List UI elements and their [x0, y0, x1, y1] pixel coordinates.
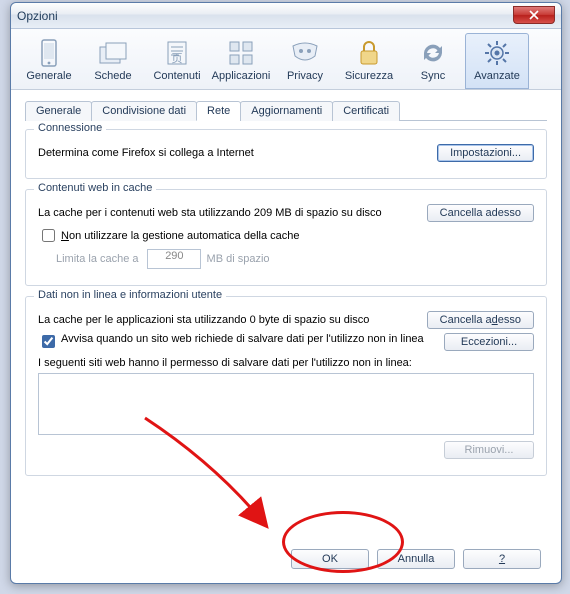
phone-icon — [18, 38, 80, 68]
group-connection: Connessione Determina come Firefox si co… — [25, 129, 547, 179]
remove-site-button: Rimuovi... — [444, 441, 534, 459]
toolbar-label: Applicazioni — [210, 70, 272, 82]
toolbar-label: Privacy — [274, 70, 336, 82]
svg-text:页: 页 — [172, 53, 183, 65]
toolbar-item-applicazioni[interactable]: Applicazioni — [209, 33, 273, 89]
group-title: Contenuti web in cache — [34, 182, 156, 194]
subtab-certificati[interactable]: Certificati — [332, 101, 400, 121]
cache-limit-spinner[interactable]: 290 — [147, 249, 201, 269]
dialog-footer: OK Annulla ? — [291, 549, 541, 569]
close-icon — [529, 10, 539, 20]
toolbar-item-generale[interactable]: Generale — [17, 33, 81, 89]
override-cache-checkbox[interactable] — [42, 229, 55, 242]
window-title: Opzioni — [17, 9, 58, 23]
notify-offline-checkbox[interactable] — [42, 335, 55, 348]
limit-cache-label: Limita la cache a — [56, 253, 139, 265]
clear-cache-button[interactable]: Cancella adesso — [427, 204, 534, 222]
group-title: Connessione — [34, 122, 106, 134]
subtab-rete[interactable]: Rete — [196, 101, 241, 121]
titlebar: Opzioni — [11, 3, 561, 29]
toolbar-label: Generale — [18, 70, 80, 82]
mask-icon — [274, 38, 336, 68]
offline-sites-list[interactable] — [38, 373, 534, 435]
offline-usage-text: La cache per le applicazioni sta utilizz… — [38, 314, 427, 326]
offline-sites-label: I seguenti siti web hanno il permesso di… — [38, 357, 412, 369]
apps-icon — [210, 38, 272, 68]
exceptions-button[interactable]: Eccezioni... — [444, 333, 534, 351]
subtab-generale[interactable]: Generale — [25, 101, 92, 121]
sync-icon — [402, 38, 464, 68]
subtab-bar: Generale Condivisione dati Rete Aggiorna… — [25, 100, 547, 121]
cache-usage-text: La cache per i contenuti web sta utilizz… — [38, 207, 427, 219]
toolbar-item-schede[interactable]: Schede — [81, 33, 145, 89]
toolbar-label: Contenuti — [146, 70, 208, 82]
document-icon: 页 — [146, 38, 208, 68]
lock-icon — [338, 38, 400, 68]
subtab-condivisione[interactable]: Condivisione dati — [91, 101, 197, 121]
toolbar-item-privacy[interactable]: Privacy — [273, 33, 337, 89]
options-window: Opzioni Generale Schede 页 Contenuti Appl… — [10, 2, 562, 584]
ok-button[interactable]: OK — [291, 549, 369, 569]
gear-icon — [466, 38, 528, 68]
toolbar-item-contenuti[interactable]: 页 Contenuti — [145, 33, 209, 89]
group-cache: Contenuti web in cache La cache per i co… — [25, 189, 547, 286]
toolbar-label: Schede — [82, 70, 144, 82]
connection-desc: Determina come Firefox si collega a Inte… — [38, 147, 437, 159]
toolbar-item-sicurezza[interactable]: Sicurezza — [337, 33, 401, 89]
subtab-aggiornamenti[interactable]: Aggiornamenti — [240, 101, 333, 121]
clear-offline-button[interactable]: Cancella adesso — [427, 311, 534, 329]
cancel-button[interactable]: Annulla — [377, 549, 455, 569]
help-button[interactable]: ? — [463, 549, 541, 569]
toolbar-label: Sicurezza — [338, 70, 400, 82]
group-title: Dati non in linea e informazioni utente — [34, 289, 226, 301]
category-toolbar: Generale Schede 页 Contenuti Applicazioni… — [11, 29, 561, 90]
toolbar-item-avanzate[interactable]: Avanzate — [465, 33, 529, 89]
notify-offline-label: Avvisa quando un sito web richiede di sa… — [61, 333, 444, 345]
group-offline: Dati non in linea e informazioni utente … — [25, 296, 547, 476]
toolbar-item-sync[interactable]: Sync — [401, 33, 465, 89]
content-area: Generale Condivisione dati Rete Aggiorna… — [11, 90, 561, 496]
toolbar-label: Avanzate — [466, 70, 528, 82]
override-cache-label: Non utilizzare la gestione automatica de… — [61, 230, 299, 242]
limit-cache-unit: MB di spazio — [207, 253, 270, 265]
close-button[interactable] — [513, 6, 555, 24]
settings-button[interactable]: Impostazioni... — [437, 144, 534, 162]
tabs-icon — [82, 38, 144, 68]
toolbar-label: Sync — [402, 70, 464, 82]
